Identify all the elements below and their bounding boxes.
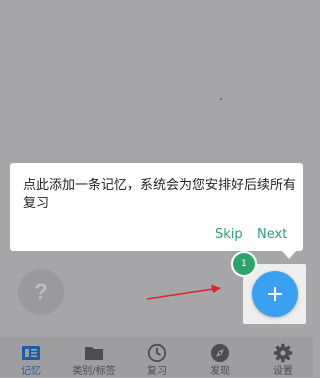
tooltip-message: 点此添加一条记忆，系统会为您安排好后续所有复习 (23, 178, 297, 211)
next-button[interactable]: Next (257, 227, 287, 242)
nav-label-review: 复习 (147, 366, 167, 377)
help-button[interactable]: ? (18, 269, 64, 315)
nav-item-settings[interactable]: 设置 (252, 337, 314, 377)
nav-item-review[interactable]: 复习 (126, 337, 188, 377)
compass-icon (211, 344, 229, 362)
skip-button[interactable]: Skip (215, 227, 243, 242)
plus-icon (268, 287, 282, 301)
nav-item-memory[interactable]: 记忆 (0, 337, 62, 377)
clock-icon (147, 343, 167, 363)
tutorial-tooltip: 点此添加一条记忆，系统会为您安排好后续所有复习 Skip Next (10, 163, 303, 251)
gear-icon (273, 343, 293, 363)
nav-item-discover[interactable]: 发现 (189, 337, 251, 377)
nav-item-categories[interactable]: 类别/标签 (63, 337, 125, 377)
folder-icon (85, 347, 103, 360)
red-arrow-icon (146, 284, 221, 300)
bottom-nav: 记忆 类别/标签 复习 发现 设置 (0, 337, 313, 377)
screen-speck (220, 98, 222, 100)
nav-label-categories: 类别/标签 (72, 366, 116, 377)
help-button-label: ? (34, 279, 48, 304)
step-badge: 1 (231, 251, 257, 277)
add-memory-button[interactable] (252, 271, 298, 317)
nav-label-discover: 发现 (210, 366, 230, 377)
nav-label-settings: 设置 (273, 366, 293, 377)
memory-card-icon (22, 346, 40, 360)
tooltip-pointer (281, 250, 297, 259)
nav-label-memory: 记忆 (21, 366, 41, 377)
